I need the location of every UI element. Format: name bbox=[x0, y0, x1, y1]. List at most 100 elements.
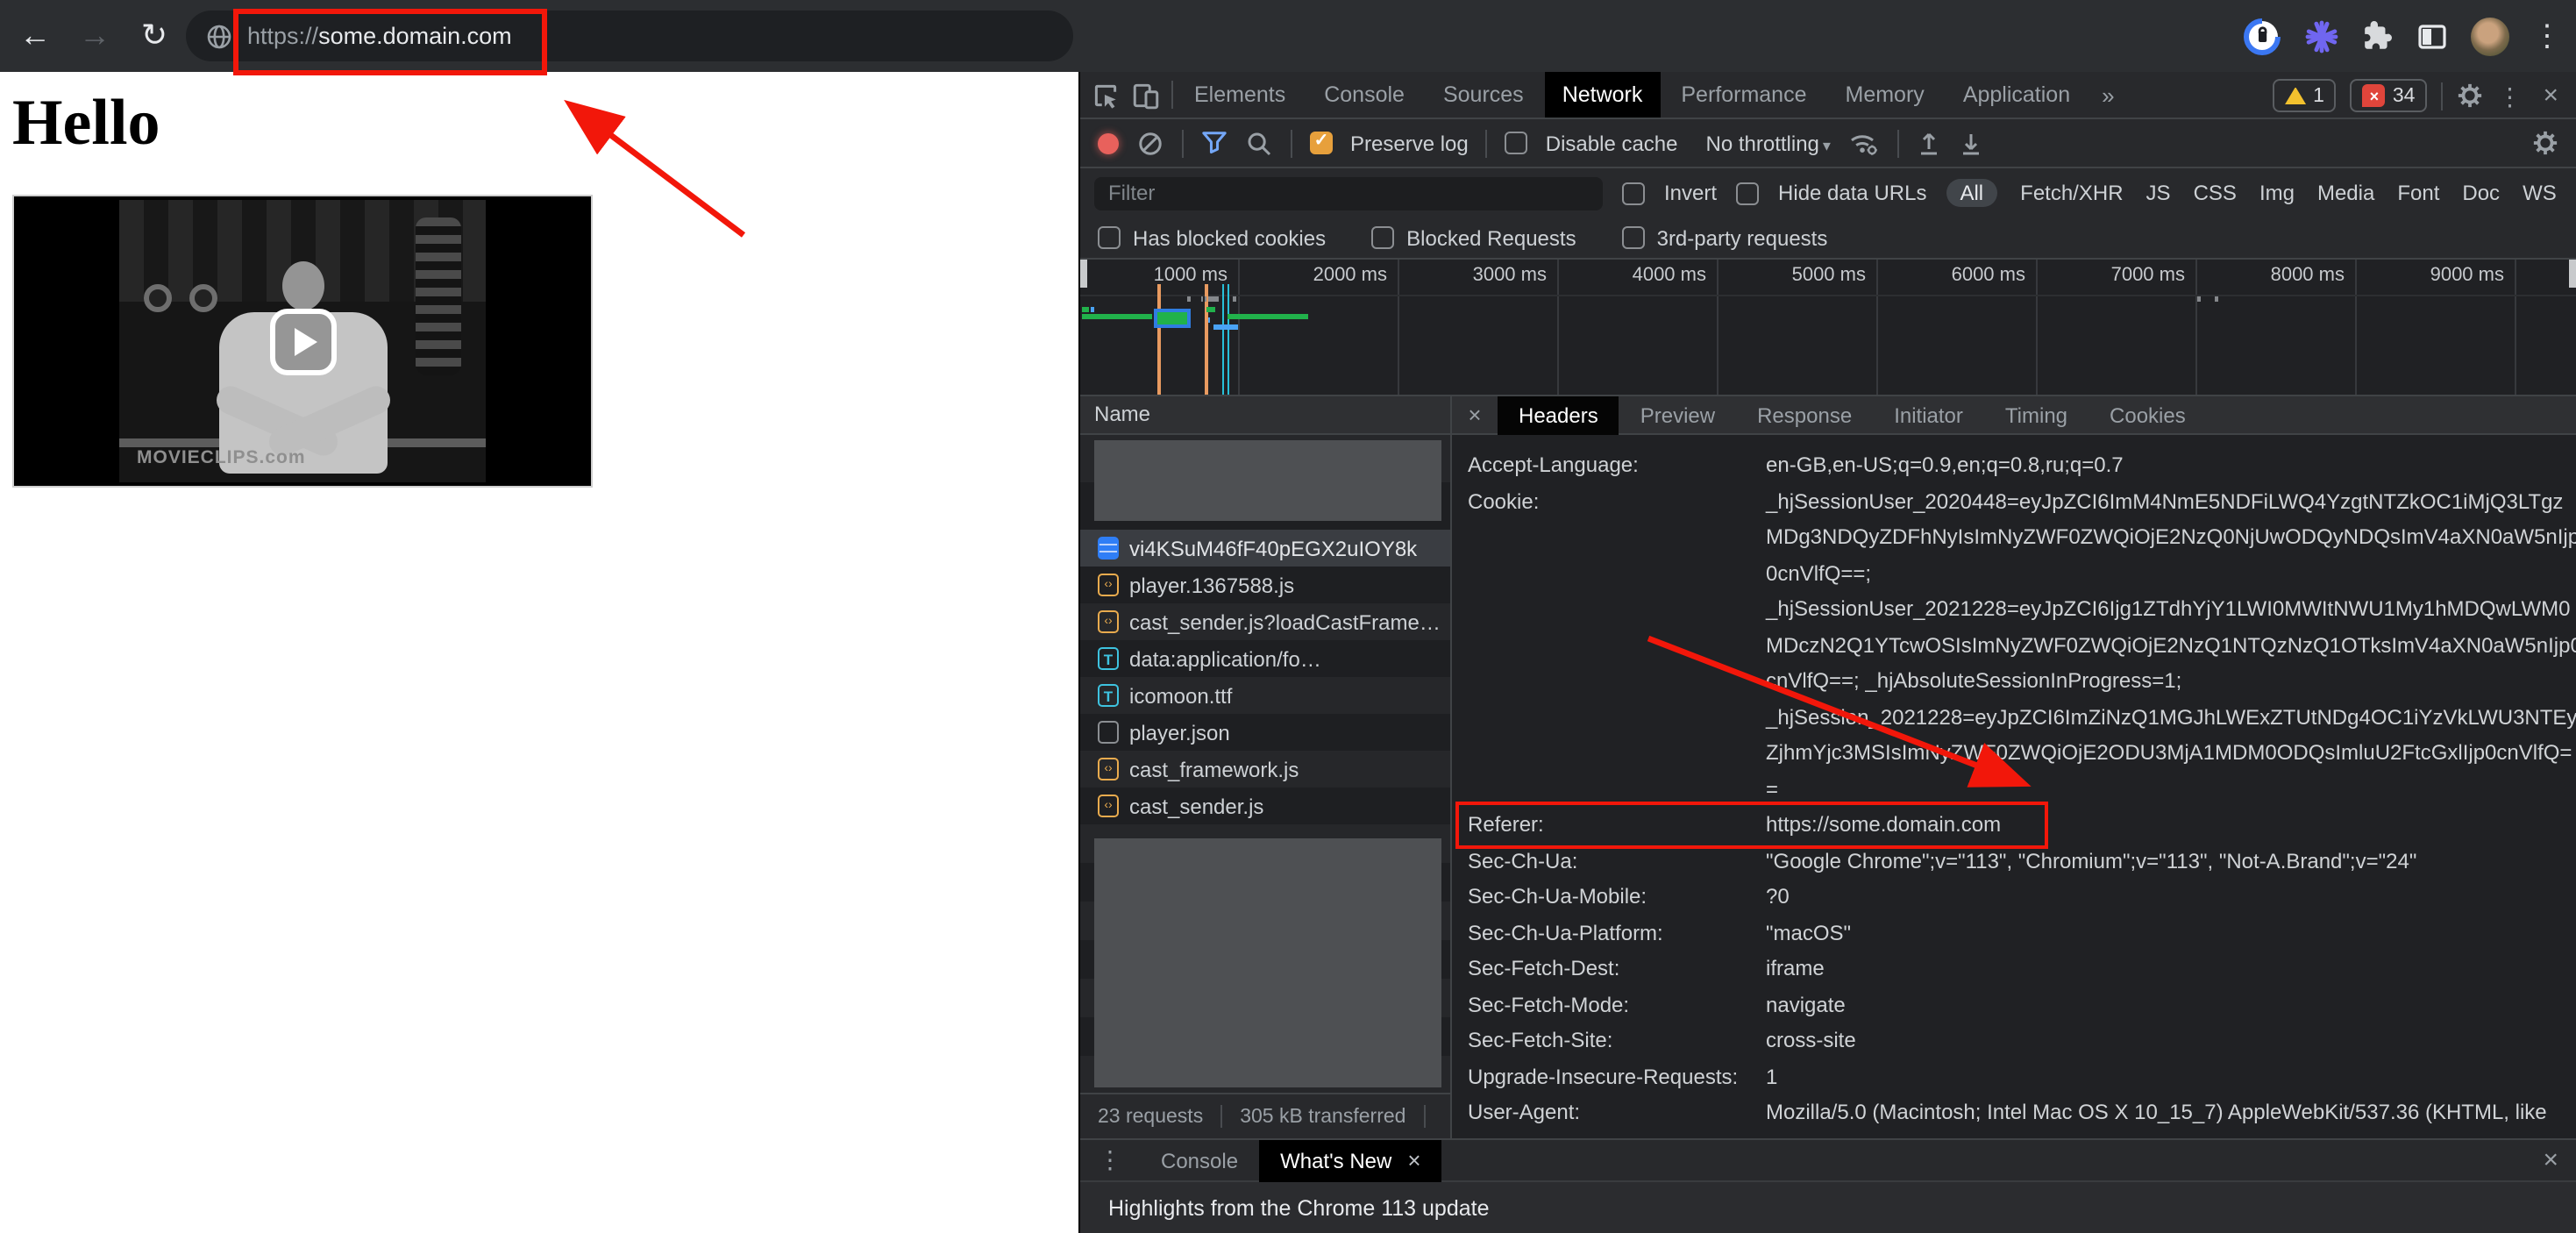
overview-left-handle[interactable] bbox=[1080, 260, 1087, 288]
play-button[interactable] bbox=[269, 308, 336, 374]
device-toolbar-icon[interactable] bbox=[1131, 80, 1161, 110]
throttling-select[interactable]: No throttling▾ bbox=[1706, 131, 1831, 155]
warning-badge[interactable]: 1 bbox=[2273, 79, 2337, 112]
network-overview-timeline[interactable]: 1000 ms 2000 ms 3000 ms 4000 ms 5000 ms … bbox=[1080, 260, 2576, 396]
tab-elements[interactable]: Elements bbox=[1177, 72, 1303, 118]
request-row[interactable]: ‹› cast_sender.js?loadCastFrame… bbox=[1080, 603, 1450, 640]
blocked-requests-checkbox[interactable] bbox=[1371, 226, 1394, 249]
tab-performance[interactable]: Performance bbox=[1663, 72, 1824, 118]
tab-console[interactable]: Console bbox=[1306, 72, 1422, 118]
drawer-tab-whats-new[interactable]: What's New × bbox=[1259, 1139, 1441, 1181]
filter-type-css[interactable]: CSS bbox=[2194, 181, 2237, 205]
request-row[interactable]: ‹› cast_framework.js bbox=[1080, 751, 1450, 788]
extensions-puzzle-icon[interactable] bbox=[2362, 20, 2394, 52]
request-name: cast_framework.js bbox=[1129, 757, 1299, 781]
network-toolbar: ✓ Preserve log Disable cache No throttli… bbox=[1080, 119, 2576, 168]
request-row[interactable]: T icomoon.ttf bbox=[1080, 677, 1450, 714]
search-icon[interactable] bbox=[1245, 129, 1273, 157]
filter-type-font[interactable]: Font bbox=[2397, 181, 2439, 205]
devtools-close-icon[interactable]: × bbox=[2536, 81, 2565, 110]
header-value: Mozilla/5.0 (Macintosh; Intel Mac OS X 1… bbox=[1766, 1094, 2547, 1138]
request-row[interactable]: player.json bbox=[1080, 714, 1450, 751]
forward-icon[interactable]: → bbox=[70, 11, 119, 61]
invert-checkbox[interactable] bbox=[1622, 182, 1645, 204]
header-value: "Google Chrome";v="113", "Chromium";v="1… bbox=[1766, 843, 2416, 879]
more-tabs-icon[interactable]: » bbox=[2091, 82, 2124, 108]
request-row-selected[interactable]: vi4KSuM46fF40pEGX2uIOY8k bbox=[1080, 530, 1450, 567]
error-badge[interactable]: × 34 bbox=[2351, 79, 2428, 112]
warning-count: 1 bbox=[2313, 85, 2324, 106]
filter-type-media[interactable]: Media bbox=[2317, 181, 2374, 205]
tab-memory[interactable]: Memory bbox=[1828, 72, 1942, 118]
tab-preview[interactable]: Preview bbox=[1619, 396, 1736, 434]
profile-avatar[interactable] bbox=[2471, 17, 2509, 55]
waterfall-tick bbox=[1204, 296, 1206, 302]
side-panel-icon[interactable] bbox=[2416, 20, 2448, 52]
starburst-extension-icon[interactable] bbox=[2304, 18, 2339, 53]
tab-cookies[interactable]: Cookies bbox=[2089, 396, 2207, 434]
devtools-menu-kebab-icon[interactable]: ⋮ bbox=[2497, 83, 2522, 108]
filter-type-ws[interactable]: WS bbox=[2523, 181, 2557, 205]
export-har-icon[interactable] bbox=[1959, 130, 1983, 156]
request-table: Name vi4KSuM46fF40pEGX2uIOY8k ‹› player.… bbox=[1080, 396, 1452, 1138]
filter-type-all[interactable]: All bbox=[1946, 179, 1997, 207]
drawer-menu-kebab-icon[interactable]: ⋮ bbox=[1080, 1145, 1140, 1175]
disable-cache-checkbox[interactable] bbox=[1505, 132, 1528, 154]
header-key: Sec-Ch-Ua-Mobile: bbox=[1452, 879, 1766, 915]
tab-timing[interactable]: Timing bbox=[1984, 396, 2089, 434]
tab-sources[interactable]: Sources bbox=[1426, 72, 1541, 118]
network-conditions-icon[interactable] bbox=[1848, 129, 1880, 157]
clear-icon[interactable] bbox=[1136, 129, 1164, 157]
domcontentloaded-line bbox=[1227, 284, 1228, 395]
filter-type-fetch-xhr[interactable]: Fetch/XHR bbox=[2020, 181, 2123, 205]
request-row[interactable]: T data:application/fo… bbox=[1080, 640, 1450, 677]
filter-type-doc[interactable]: Doc bbox=[2462, 181, 2500, 205]
hide-data-urls-checkbox[interactable] bbox=[1736, 182, 1759, 204]
tab-initiator[interactable]: Initiator bbox=[1873, 396, 1984, 434]
header-row: Sec-Ch-Ua-Platform: "macOS" bbox=[1452, 915, 2576, 951]
request-row[interactable]: ‹› player.1367588.js bbox=[1080, 567, 1450, 603]
disable-cache-label: Disable cache bbox=[1546, 131, 1678, 155]
drawer-close-icon[interactable]: × bbox=[2543, 1145, 2558, 1175]
password-manager-extension-icon[interactable] bbox=[2243, 17, 2281, 55]
request-row[interactable]: ‹› cast_sender.js bbox=[1080, 788, 1450, 824]
inspect-element-icon[interactable] bbox=[1091, 80, 1121, 110]
has-blocked-cookies-checkbox[interactable] bbox=[1098, 226, 1121, 249]
chevron-down-icon: ▾ bbox=[1823, 136, 1831, 153]
redacted-block bbox=[1094, 838, 1441, 1087]
record-icon[interactable] bbox=[1098, 132, 1119, 153]
network-settings-gear-icon[interactable] bbox=[2532, 130, 2558, 156]
filter-input[interactable] bbox=[1094, 176, 1603, 210]
tab-response[interactable]: Response bbox=[1736, 396, 1873, 434]
devtools-settings-gear-icon[interactable] bbox=[2457, 82, 2483, 109]
watermark: MOVIECLIPS.com bbox=[137, 447, 306, 468]
overview-right-handle[interactable] bbox=[2569, 260, 2576, 288]
filter-type-js[interactable]: JS bbox=[2146, 181, 2171, 205]
whats-new-close-icon[interactable]: × bbox=[1407, 1139, 1420, 1181]
reload-icon[interactable]: ↻ bbox=[130, 11, 179, 61]
name-column-header[interactable]: Name bbox=[1080, 396, 1450, 435]
filter-icon[interactable] bbox=[1201, 130, 1228, 156]
whats-new-headline[interactable]: Highlights from the Chrome 113 update bbox=[1108, 1195, 1490, 1220]
waterfall-tick bbox=[1212, 296, 1214, 302]
header-value: navigate bbox=[1766, 987, 1846, 1023]
back-icon[interactable]: ← bbox=[11, 11, 60, 61]
tab-headers[interactable]: Headers bbox=[1498, 396, 1619, 434]
tab-application[interactable]: Application bbox=[1946, 72, 2088, 118]
video-player[interactable]: MOVIECLIPS.com bbox=[12, 195, 593, 488]
third-party-requests-checkbox[interactable] bbox=[1622, 226, 1645, 249]
url-annotation-box bbox=[233, 9, 547, 75]
header-value: _hjSessionUser_2020448=eyJpZCI6ImM4NmE5N… bbox=[1766, 483, 2576, 807]
browser-menu-kebab-icon[interactable]: ⋮ bbox=[2532, 21, 2562, 51]
preserve-log-checkbox[interactable]: ✓ bbox=[1310, 132, 1333, 154]
import-har-icon[interactable] bbox=[1917, 130, 1941, 156]
details-close-icon[interactable]: × bbox=[1452, 402, 1498, 428]
drawer-tab-console[interactable]: Console bbox=[1140, 1139, 1259, 1181]
tab-network[interactable]: Network bbox=[1545, 72, 1661, 118]
filter-type-img[interactable]: Img bbox=[2259, 181, 2295, 205]
header-value: 1 bbox=[1766, 1058, 1777, 1094]
header-row: Accept-Language: en-GB,en-US;q=0.9,en;q=… bbox=[1452, 447, 2576, 483]
request-name: player.1367588.js bbox=[1129, 573, 1294, 597]
gridline bbox=[1398, 260, 1399, 395]
request-name: player.json bbox=[1129, 720, 1230, 745]
